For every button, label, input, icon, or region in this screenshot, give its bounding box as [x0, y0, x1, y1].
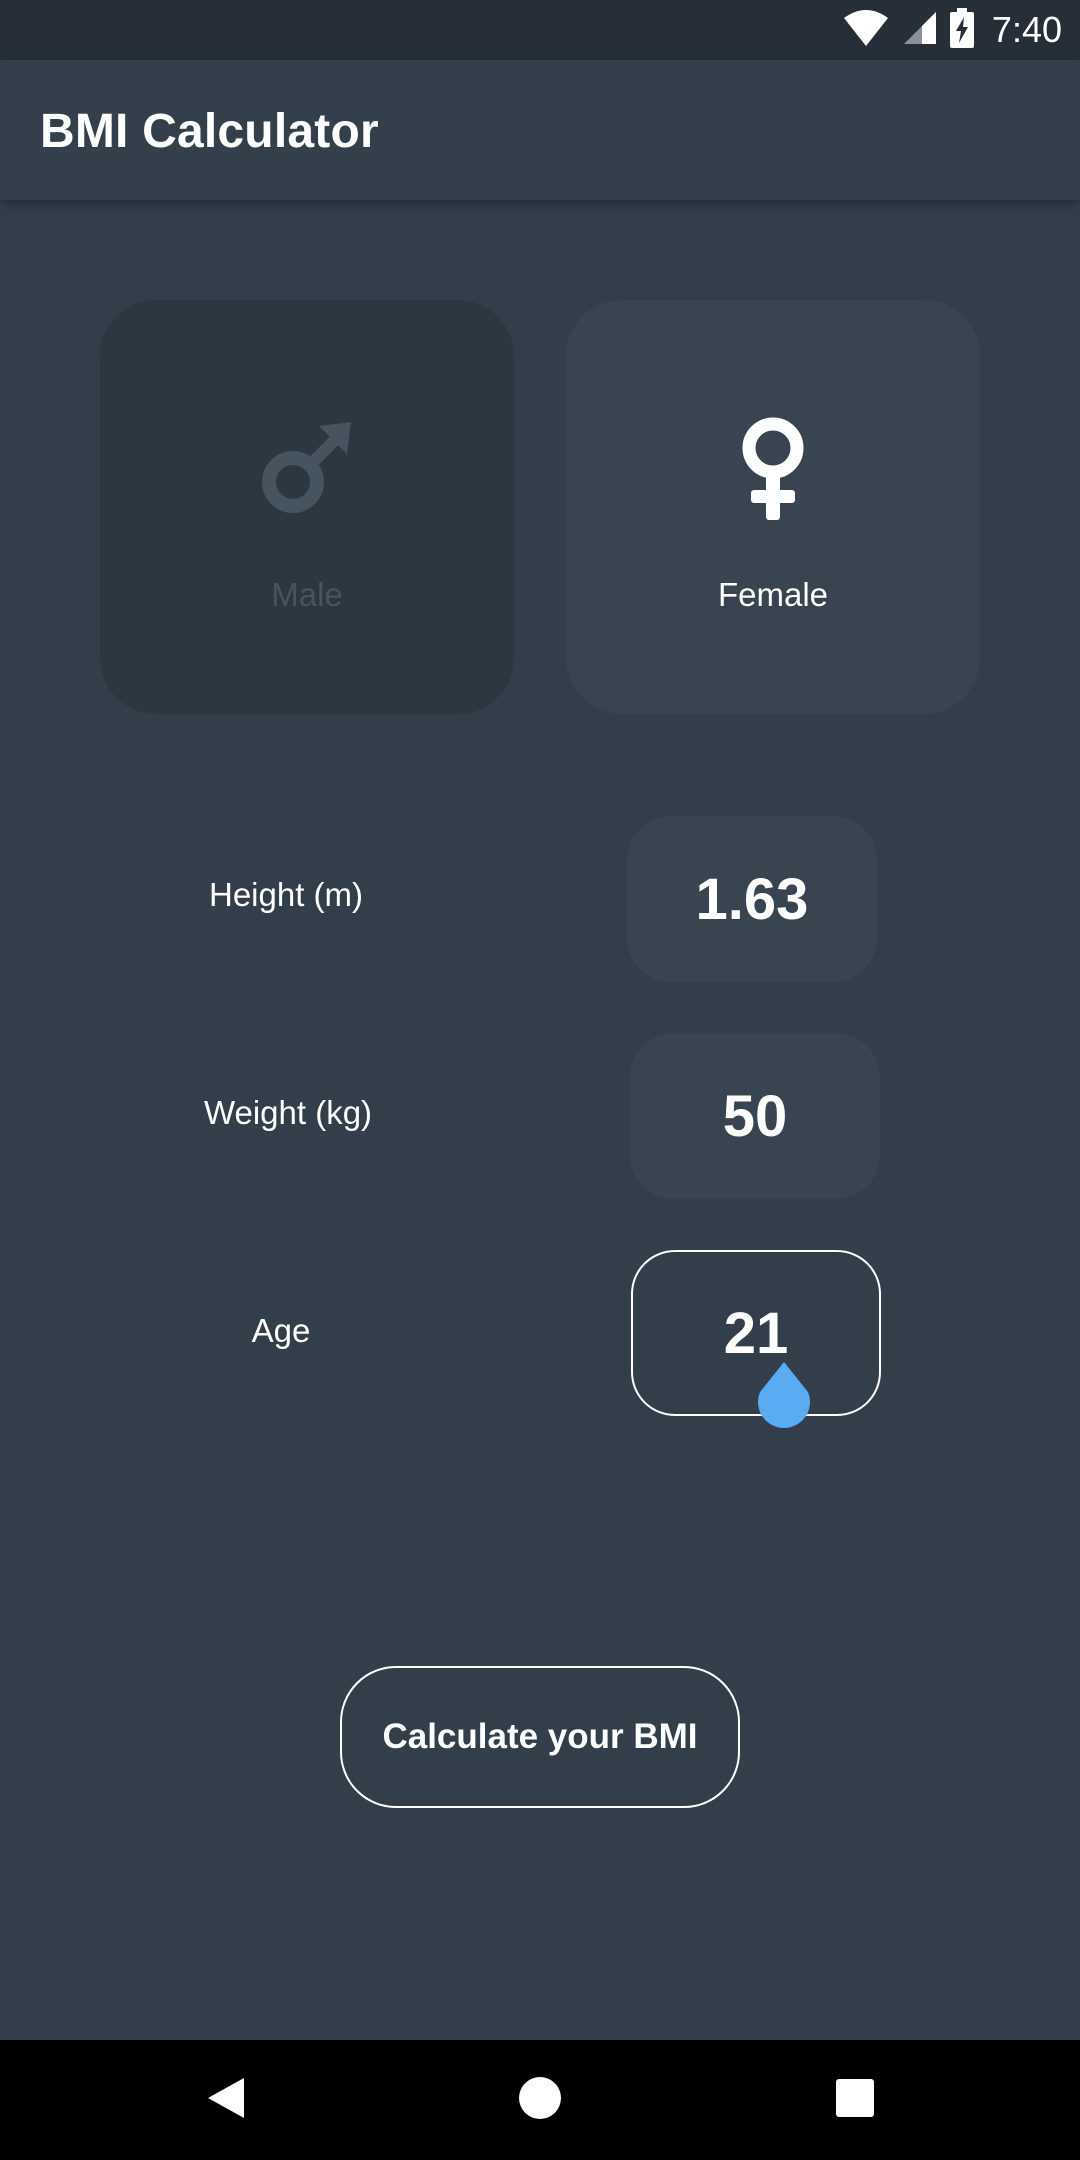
female-label: Female [717, 576, 829, 613]
back-icon [204, 2076, 248, 2125]
status-icons: 7:40 [842, 7, 1062, 53]
male-card[interactable]: Male [100, 300, 514, 714]
cell-signal-icon [902, 10, 938, 51]
age-label: Age [251, 1312, 311, 1349]
weight-input[interactable]: 50 [630, 1033, 880, 1199]
male-label: Male [271, 576, 343, 613]
home-icon [518, 2076, 562, 2125]
wifi-icon [842, 8, 890, 53]
nav-recents-button[interactable] [795, 2040, 915, 2160]
nav-home-button[interactable] [480, 2040, 600, 2160]
app-title: BMI Calculator [40, 105, 379, 158]
height-input[interactable]: 1.63 [627, 816, 877, 982]
battery-charging-icon [949, 7, 974, 53]
nav-back-button[interactable] [166, 2040, 286, 2160]
height-label: Height (m) [208, 876, 364, 913]
status-time: 7:40 [991, 9, 1062, 50]
weight-value: 50 [722, 1083, 788, 1149]
calculate-bmi-button[interactable]: Calculate your BMI [340, 1666, 740, 1808]
navigation-bar [0, 2040, 1080, 2160]
weight-label: Weight (kg) [203, 1094, 373, 1131]
height-value: 1.63 [695, 866, 809, 932]
age-value: 21 [723, 1300, 789, 1366]
female-icon [713, 408, 833, 528]
text-cursor-handle-icon[interactable] [756, 1362, 812, 1430]
status-bar: 7:40 [0, 0, 1080, 60]
app-bar: BMI Calculator [0, 60, 1080, 200]
male-icon [247, 408, 367, 528]
recents-icon [835, 2078, 875, 2123]
female-card[interactable]: Female [566, 300, 980, 714]
